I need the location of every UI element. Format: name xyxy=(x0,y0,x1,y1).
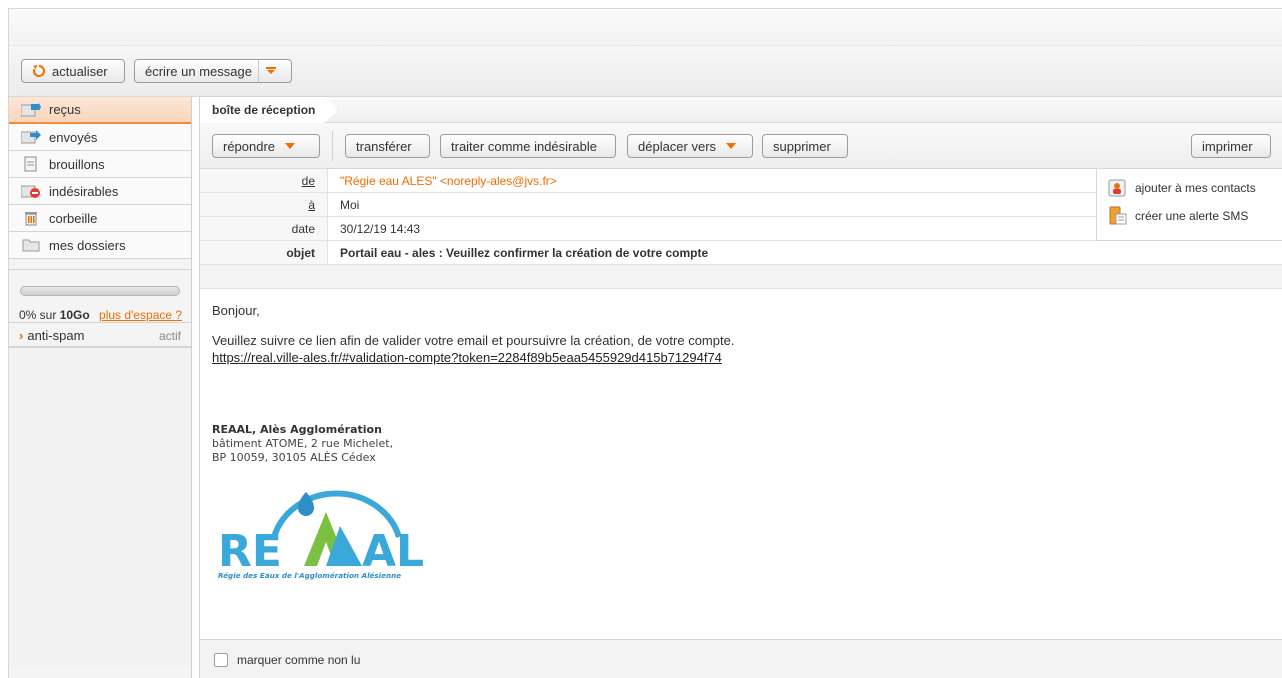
folder-label: reçus xyxy=(49,102,81,117)
from-label-text: de xyxy=(301,173,315,188)
spam-icon xyxy=(21,183,41,199)
header-from-row: de "Régie eau ALES" <noreply-ales@jvs.fr… xyxy=(200,169,1096,193)
logo-tagline: Régie des Eaux de l'Agglomération Alésie… xyxy=(218,571,401,580)
to-value: Moi xyxy=(340,197,360,212)
folder-label: corbeille xyxy=(49,210,98,226)
from-value[interactable]: "Régie eau ALES" <noreply-ales@jvs.fr> xyxy=(328,174,557,188)
folder-label: indésirables xyxy=(49,183,119,199)
refresh-label: actualiser xyxy=(52,63,108,79)
folder-icon xyxy=(21,237,41,253)
chevron-right-icon: › xyxy=(19,328,24,343)
forward-label: transférer xyxy=(356,138,412,154)
body-separator xyxy=(200,265,1282,289)
date-value: 30/12/19 14:43 xyxy=(340,221,421,236)
sent-icon xyxy=(21,129,41,145)
sms-alert-icon xyxy=(1107,206,1127,226)
delete-label: supprimer xyxy=(773,138,831,154)
trash-icon xyxy=(21,210,41,226)
sms-alert-label: créer une alerte SMS xyxy=(1135,209,1249,223)
header-to-row: à Moi xyxy=(200,193,1096,217)
greeting-text: Bonjour, xyxy=(212,303,260,318)
subject-value: Portail eau - ales : Veuillez confirmer … xyxy=(340,245,709,260)
move-to-label: déplacer vers xyxy=(638,138,717,154)
folder-label: brouillons xyxy=(49,156,105,172)
message-footer: marquer comme non lu xyxy=(200,639,1282,678)
toolbar-divider xyxy=(332,131,333,161)
forward-button[interactable]: transférer xyxy=(345,134,430,158)
reply-label: répondre xyxy=(223,138,276,154)
top-strip xyxy=(9,9,1282,45)
chevron-down-icon xyxy=(726,135,737,157)
sidebar: reçus envoyés brouillons indésirables co… xyxy=(9,97,192,678)
message-text: Veuillez suivre ce lien afin de valider … xyxy=(212,333,735,348)
message-body: Bonjour, Veuillez suivre ce lien afin de… xyxy=(200,289,1282,629)
folder-label: mes dossiers xyxy=(49,237,126,253)
inbox-icon xyxy=(21,102,41,118)
folder-drafts[interactable]: brouillons xyxy=(9,151,191,178)
folder-sent[interactable]: envoyés xyxy=(9,124,191,151)
subject-label: objet xyxy=(200,241,328,264)
sidebar-empty-area xyxy=(9,347,191,667)
mark-spam-label: traiter comme indésirable xyxy=(451,138,597,154)
quota-panel: 0% sur 10Go plus d'espace ? › anti-spam … xyxy=(9,269,191,347)
mark-unread-label[interactable]: marquer comme non lu xyxy=(237,653,360,667)
folder-my-folders[interactable]: mes dossiers xyxy=(9,232,191,259)
quota-text: 0% sur 10Go plus d'espace ? xyxy=(19,308,182,322)
antispam-status: actif xyxy=(158,328,181,343)
contact-actions-panel: ajouter à mes contacts créer une alerte … xyxy=(1096,169,1282,241)
validation-link[interactable]: https://real.ville-ales.fr/#validation-c… xyxy=(212,350,722,365)
print-button[interactable]: imprimer xyxy=(1191,134,1271,158)
antispam-label: anti-spam xyxy=(27,328,85,343)
compose-button[interactable]: écrire un message xyxy=(134,59,292,83)
message-actions-toolbar: répondre transférer traiter comme indési… xyxy=(200,123,1282,169)
chevron-down-icon[interactable] xyxy=(257,60,284,82)
move-to-button[interactable]: déplacer vers xyxy=(627,134,753,158)
folder-label: envoyés xyxy=(49,129,98,145)
antispam-item[interactable]: › anti-spam actif xyxy=(9,322,191,348)
webmail-window: actualiser écrire un message reçus envoy… xyxy=(8,8,1282,678)
quota-progress-bar xyxy=(20,286,180,296)
signature-address-1: bâtiment ATOME, 2 rue Michelet, xyxy=(212,437,394,450)
signature: REAAL, Alès Agglomération bâtiment ATOME… xyxy=(212,423,393,465)
logo-text-right: AL xyxy=(362,526,424,577)
folder-spam[interactable]: indésirables xyxy=(9,178,191,205)
sms-alert-action[interactable]: créer une alerte SMS xyxy=(1107,206,1248,226)
mark-spam-button[interactable]: traiter comme indésirable xyxy=(440,134,616,158)
message-view: boîte de réception répondre transférer t… xyxy=(199,97,1282,678)
from-label: de xyxy=(200,169,328,192)
delete-button[interactable]: supprimer xyxy=(762,134,848,158)
refresh-icon xyxy=(32,64,46,78)
to-label: à xyxy=(200,193,328,216)
mark-unread-checkbox[interactable] xyxy=(214,652,228,667)
chevron-down-icon xyxy=(285,135,296,157)
compose-label: écrire un message xyxy=(145,63,252,79)
add-contact-icon xyxy=(1107,178,1127,198)
refresh-button[interactable]: actualiser xyxy=(21,59,125,83)
signature-org: REAAL, Alès Agglomération xyxy=(212,423,382,436)
message-headers: de "Régie eau ALES" <noreply-ales@jvs.fr… xyxy=(200,169,1282,265)
more-space-link[interactable]: plus d'espace ? xyxy=(99,308,182,322)
signature-address-2: BP 10059, 30105 ALÈS Cédex xyxy=(212,451,376,464)
quota-capacity: 10Go xyxy=(59,308,90,322)
breadcrumb: boîte de réception xyxy=(200,97,1282,123)
folder-inbox[interactable]: reçus xyxy=(9,97,191,124)
main-toolbar: actualiser écrire un message xyxy=(9,45,1282,97)
add-contact-label: ajouter à mes contacts xyxy=(1135,181,1256,195)
quota-percent: 0% sur xyxy=(19,308,60,322)
draft-icon xyxy=(21,156,41,172)
date-label: date xyxy=(200,217,328,240)
reply-button[interactable]: répondre xyxy=(212,134,320,158)
print-label: imprimer xyxy=(1202,138,1253,154)
header-subject-row: objet Portail eau - ales : Veuillez conf… xyxy=(200,241,1282,265)
logo-text-left: RE xyxy=(218,526,282,577)
breadcrumb-inbox[interactable]: boîte de réception xyxy=(200,97,339,123)
to-label-text: à xyxy=(308,197,315,212)
folder-trash[interactable]: corbeille xyxy=(9,205,191,232)
add-contact-action[interactable]: ajouter à mes contacts xyxy=(1107,178,1256,198)
reaal-logo: RE AL Régie des Eaux de l'Agglomération … xyxy=(214,482,424,582)
header-date-row: date 30/12/19 14:43 xyxy=(200,217,1096,241)
